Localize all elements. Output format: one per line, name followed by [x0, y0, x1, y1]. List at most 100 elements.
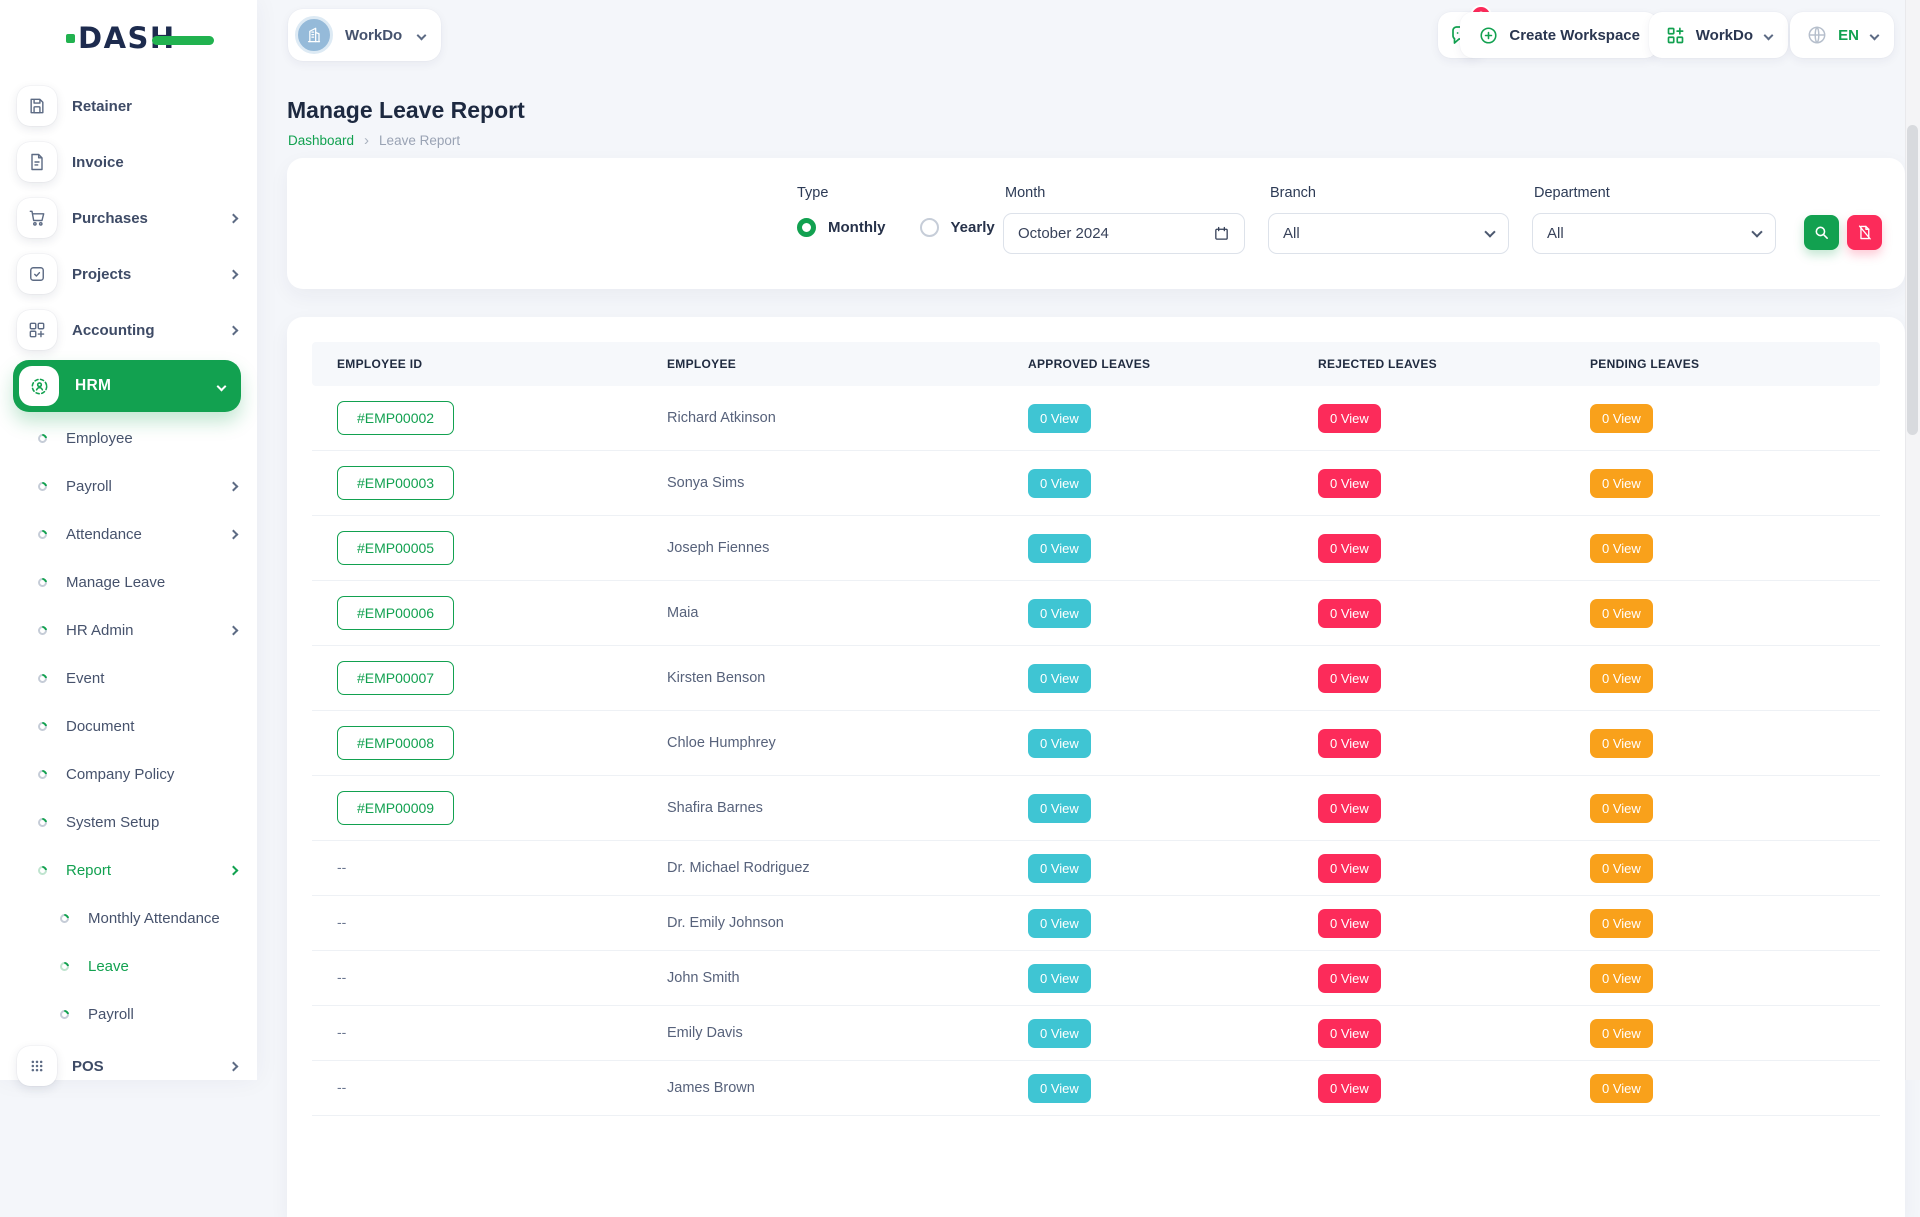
approved-leaves-view-badge[interactable]: 0 View: [1028, 664, 1091, 693]
scrollbar-thumb[interactable]: [1907, 125, 1918, 435]
column-header-employee: EMPLOYEE: [642, 357, 1003, 371]
employee-id-button[interactable]: #EMP00003: [337, 466, 454, 500]
sidebar-item-employee[interactable]: Employee: [0, 414, 257, 462]
sidebar-item-report-payroll[interactable]: Payroll: [0, 990, 257, 1038]
table-row: #EMP00005 Joseph Fiennes 0 View 0 View 0…: [312, 516, 1880, 581]
rejected-leaves-view-badge[interactable]: 0 View: [1318, 469, 1381, 498]
sidebar-item-label: Manage Leave: [66, 574, 165, 591]
rejected-leaves-view-badge[interactable]: 0 View: [1318, 664, 1381, 693]
approved-leaves-view-badge[interactable]: 0 View: [1028, 729, 1091, 758]
approved-leaves-view-badge[interactable]: 0 View: [1028, 854, 1091, 883]
sidebar-item-manage-leave[interactable]: Manage Leave: [0, 558, 257, 606]
pending-leaves-view-badge[interactable]: 0 View: [1590, 599, 1653, 628]
table-row: #EMP00003 Sonya Sims 0 View 0 View 0 Vie…: [312, 451, 1880, 516]
sidebar-item-leave[interactable]: Leave: [0, 942, 257, 990]
workspace-selector[interactable]: WorkDo: [288, 9, 441, 61]
sidebar-item-hr-admin[interactable]: HR Admin: [0, 606, 257, 654]
employee-id-button[interactable]: #EMP00007: [337, 661, 454, 695]
sidebar-item-projects[interactable]: Projects: [0, 246, 257, 302]
rejected-leaves-view-badge[interactable]: 0 View: [1318, 854, 1381, 883]
retainer-icon: [17, 86, 57, 126]
pending-leaves-view-badge[interactable]: 0 View: [1590, 404, 1653, 433]
approved-leaves-view-badge[interactable]: 0 View: [1028, 469, 1091, 498]
chevron-right-icon: [229, 529, 239, 539]
sidebar-item-accounting[interactable]: Accounting: [0, 302, 257, 358]
employee-id-button[interactable]: #EMP00002: [337, 401, 454, 435]
invoice-icon: [17, 142, 57, 182]
rejected-leaves-view-badge[interactable]: 0 View: [1318, 794, 1381, 823]
department-select[interactable]: All: [1532, 213, 1776, 254]
yearly-radio[interactable]: [920, 218, 939, 237]
table-row: #EMP00006 Maia 0 View 0 View 0 View: [312, 581, 1880, 646]
employee-id-button[interactable]: #EMP00005: [337, 531, 454, 565]
rejected-leaves-view-badge[interactable]: 0 View: [1318, 909, 1381, 938]
rejected-leaves-view-badge[interactable]: 0 View: [1318, 599, 1381, 628]
sidebar-menu: Retainer Invoice Purchases Project: [0, 78, 257, 1094]
pending-leaves-view-badge[interactable]: 0 View: [1590, 909, 1653, 938]
employee-id-button[interactable]: #EMP00008: [337, 726, 454, 760]
sidebar-item-purchases[interactable]: Purchases: [0, 190, 257, 246]
grid-plus-icon: [1665, 25, 1686, 46]
employee-name: John Smith: [642, 970, 1003, 986]
language-selector[interactable]: EN: [1790, 12, 1894, 58]
pending-leaves-view-badge[interactable]: 0 View: [1590, 1074, 1653, 1103]
employee-id-button[interactable]: --: [337, 969, 346, 985]
approved-leaves-view-badge[interactable]: 0 View: [1028, 909, 1091, 938]
approved-leaves-view-badge[interactable]: 0 View: [1028, 404, 1091, 433]
approved-leaves-view-badge[interactable]: 0 View: [1028, 1074, 1091, 1103]
sidebar-item-company-policy[interactable]: Company Policy: [0, 750, 257, 798]
rejected-leaves-view-badge[interactable]: 0 View: [1318, 1019, 1381, 1048]
breadcrumb-dashboard-link[interactable]: Dashboard: [288, 133, 354, 148]
create-workspace-button[interactable]: Create Workspace: [1460, 12, 1658, 58]
rejected-leaves-view-badge[interactable]: 0 View: [1318, 964, 1381, 993]
sidebar-item-payroll[interactable]: Payroll: [0, 462, 257, 510]
sidebar-item-hrm[interactable]: HRM: [13, 360, 241, 412]
employee-id-button[interactable]: #EMP00009: [337, 791, 454, 825]
monthly-radio[interactable]: [797, 218, 816, 237]
employee-id-button[interactable]: --: [337, 914, 346, 930]
pending-leaves-view-badge[interactable]: 0 View: [1590, 964, 1653, 993]
pending-leaves-view-badge[interactable]: 0 View: [1590, 794, 1653, 823]
approved-leaves-view-badge[interactable]: 0 View: [1028, 599, 1091, 628]
month-input[interactable]: October 2024: [1003, 213, 1245, 254]
rejected-leaves-view-badge[interactable]: 0 View: [1318, 534, 1381, 563]
approved-leaves-view-badge[interactable]: 0 View: [1028, 1019, 1091, 1048]
sidebar-item-attendance[interactable]: Attendance: [0, 510, 257, 558]
employee-id-button[interactable]: --: [337, 1024, 346, 1040]
bullet-icon: [36, 480, 49, 493]
approved-leaves-view-badge[interactable]: 0 View: [1028, 794, 1091, 823]
app-logo[interactable]: DASH: [78, 20, 176, 56]
pending-leaves-view-badge[interactable]: 0 View: [1590, 664, 1653, 693]
search-button[interactable]: [1804, 215, 1839, 250]
sidebar-item-event[interactable]: Event: [0, 654, 257, 702]
pending-leaves-view-badge[interactable]: 0 View: [1590, 729, 1653, 758]
rejected-leaves-view-badge[interactable]: 0 View: [1318, 729, 1381, 758]
approved-leaves-view-badge[interactable]: 0 View: [1028, 964, 1091, 993]
sidebar-item-label: Accounting: [72, 322, 155, 339]
employee-id-button[interactable]: #EMP00006: [337, 596, 454, 630]
rejected-leaves-view-badge[interactable]: 0 View: [1318, 1074, 1381, 1103]
pending-leaves-view-badge[interactable]: 0 View: [1590, 1019, 1653, 1048]
pending-leaves-view-badge[interactable]: 0 View: [1590, 534, 1653, 563]
create-workspace-label: Create Workspace: [1509, 27, 1640, 44]
bullet-icon: [36, 816, 49, 829]
sidebar-item-retainer[interactable]: Retainer: [0, 78, 257, 134]
sidebar-item-document[interactable]: Document: [0, 702, 257, 750]
bullet-icon: [36, 672, 49, 685]
rejected-leaves-view-badge[interactable]: 0 View: [1318, 404, 1381, 433]
export-button[interactable]: [1847, 215, 1882, 250]
chevron-right-icon: [229, 213, 239, 223]
sidebar-item-system-setup[interactable]: System Setup: [0, 798, 257, 846]
sidebar-item-pos[interactable]: POS: [0, 1038, 257, 1094]
sidebar-item-label: POS: [72, 1058, 104, 1075]
sidebar-item-monthly-attendance[interactable]: Monthly Attendance: [0, 894, 257, 942]
sidebar-item-invoice[interactable]: Invoice: [0, 134, 257, 190]
sidebar-item-report[interactable]: Report: [0, 846, 257, 894]
app-switcher-button[interactable]: WorkDo: [1649, 12, 1788, 58]
branch-select[interactable]: All: [1268, 213, 1509, 254]
approved-leaves-view-badge[interactable]: 0 View: [1028, 534, 1091, 563]
employee-id-button[interactable]: --: [337, 859, 346, 875]
employee-id-button[interactable]: --: [337, 1079, 346, 1095]
pending-leaves-view-badge[interactable]: 0 View: [1590, 469, 1653, 498]
pending-leaves-view-badge[interactable]: 0 View: [1590, 854, 1653, 883]
